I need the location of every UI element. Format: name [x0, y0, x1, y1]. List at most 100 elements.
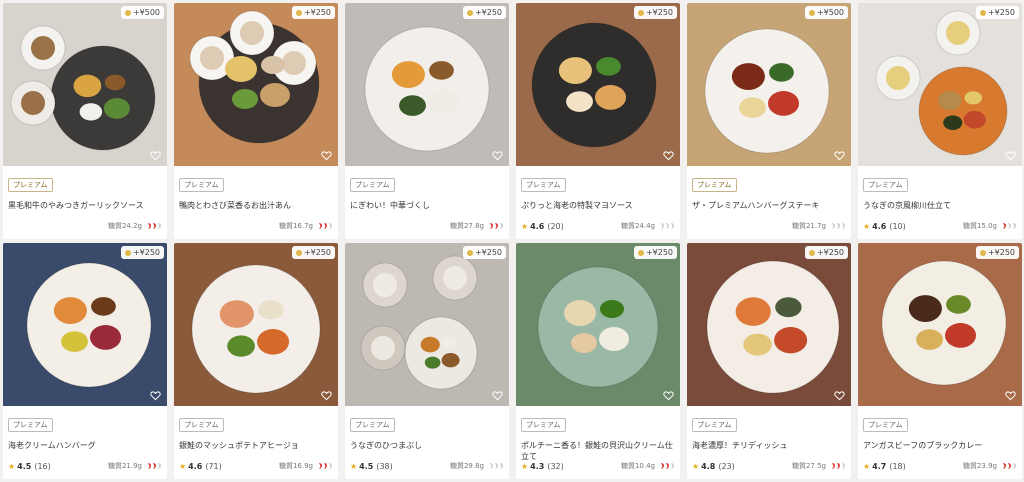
carb-amount: 糖質27.5g	[791, 462, 826, 470]
heart-outline-icon[interactable]	[1005, 390, 1016, 401]
product-name[interactable]: 鴨肉とわさび菜香るお出汁あん	[179, 200, 333, 222]
product-info: プレミアム ぷりっと海老の特製マヨソース ★ 4.6 (20) 糖質24.4g	[516, 166, 680, 239]
meal-image	[174, 243, 338, 406]
product-card[interactable]: +¥250 プレミアム アンガスビーフのブラックカレー ★ 4.7 (18) 糖質23.9g	[858, 243, 1022, 479]
premium-badge: プレミアム	[179, 178, 224, 192]
heart-outline-icon[interactable]	[834, 390, 845, 401]
product-photo[interactable]: +¥250	[345, 3, 509, 166]
star-icon: ★	[8, 461, 16, 471]
product-photo[interactable]: +¥250	[174, 243, 338, 406]
product-card[interactable]: +¥250 プレミアム鴨肉とわさび菜香るお出汁あん 糖質16.7g	[174, 3, 338, 239]
product-photo[interactable]: +¥250	[345, 243, 509, 406]
review-count[interactable]: (71)	[205, 462, 221, 471]
review-count[interactable]: (18)	[889, 462, 905, 471]
heart-outline-icon[interactable]	[492, 390, 503, 401]
product-name[interactable]: うなぎの京風柳川仕立て	[863, 200, 1017, 222]
product-name[interactable]: 海老濃厚！チリディッシュ	[692, 440, 846, 462]
review-count[interactable]: (16)	[34, 462, 50, 471]
review-count[interactable]: (10)	[889, 222, 905, 231]
product-photo[interactable]: +¥250	[687, 243, 851, 406]
product-photo[interactable]: +¥250	[858, 243, 1022, 406]
product-card[interactable]: +¥250 プレミアム うなぎの京風柳川仕立て ★ 4.6 (10) 糖質15.0g	[858, 3, 1022, 239]
product-name[interactable]: ぷりっと海老の特製マヨソース	[521, 200, 675, 222]
heart-outline-icon[interactable]	[834, 150, 845, 161]
review-count[interactable]: (38)	[376, 462, 392, 471]
carb-amount: 糖質21.7g	[791, 222, 826, 230]
heart-outline-icon[interactable]	[1005, 150, 1016, 161]
heart-outline-icon[interactable]	[321, 390, 332, 401]
product-card[interactable]: +¥250 プレミアム 海老濃厚！チリディッシュ ★ 4.8 (23) 糖質27.5g	[687, 243, 851, 479]
price-text: +¥250	[987, 8, 1015, 17]
premium-badge: プレミアム	[350, 178, 395, 192]
product-card[interactable]: +¥250 プレミアム 銀鮭のマッシュポテトアヒージョ ★ 4.6 (71) 糖質16.9g	[174, 243, 338, 479]
product-photo[interactable]: +¥250	[858, 3, 1022, 166]
chili-pepper-icon	[319, 463, 332, 469]
meal-image	[687, 243, 851, 406]
carb-amount: 糖質24.2g	[107, 222, 142, 230]
coin-icon	[124, 9, 131, 16]
product-info: プレミアム 海老濃厚！チリディッシュ ★ 4.8 (23) 糖質27.5g	[687, 406, 851, 479]
product-photo[interactable]: +¥250	[516, 3, 680, 166]
product-meta: ★ 4.8 (23) 糖質27.5g	[692, 461, 846, 471]
price-text: +¥250	[816, 248, 844, 257]
review-count[interactable]: (32)	[547, 462, 563, 471]
coin-icon	[295, 9, 302, 16]
product-photo[interactable]: +¥500	[687, 3, 851, 166]
meal-image	[687, 3, 851, 166]
product-name[interactable]: 黒毛和牛のやみつきガーリックソース	[8, 200, 162, 222]
product-card[interactable]: +¥500 プレミアムザ・プレミアムハンバーグステーキ 糖質21.7g	[687, 3, 851, 239]
product-card[interactable]: +¥250 プレミアム ぷりっと海老の特製マヨソース ★ 4.6 (20) 糖質24.4g	[516, 3, 680, 239]
heart-outline-icon[interactable]	[663, 390, 674, 401]
product-photo[interactable]: +¥250	[3, 243, 167, 406]
carb-amount: 糖質23.9g	[962, 462, 997, 470]
product-name[interactable]: にぎわい！中華づくし	[350, 200, 504, 222]
price-text: +¥250	[132, 248, 160, 257]
price-text: +¥250	[303, 8, 331, 17]
product-photo[interactable]: +¥250	[516, 243, 680, 406]
meal-image	[3, 3, 167, 166]
premium-badge: プレミアム	[692, 178, 737, 192]
heart-outline-icon[interactable]	[321, 150, 332, 161]
product-name[interactable]: 銀鮭のマッシュポテトアヒージョ	[179, 440, 333, 462]
product-meta: ★ 4.6 (71) 糖質16.9g	[179, 461, 333, 471]
product-meta: 糖質16.7g	[179, 221, 333, 231]
product-name[interactable]: ザ・プレミアムハンバーグステーキ	[692, 200, 846, 222]
premium-badge: プレミアム	[863, 178, 908, 192]
chili-pepper-icon	[148, 223, 161, 229]
product-name[interactable]: うなぎのひつまぶし	[350, 440, 504, 462]
heart-outline-icon[interactable]	[150, 150, 161, 161]
product-card[interactable]: +¥250 プレミアム うなぎのひつまぶし ★ 4.5 (38) 糖質29.8g	[345, 243, 509, 479]
product-card[interactable]: +¥250 プレミアム にぎわい！中華づくし 糖質27.8g	[345, 3, 509, 239]
product-name[interactable]: ポルチーニ香る！銀鮭の貝沢山クリーム仕立て	[521, 440, 675, 462]
heart-outline-icon[interactable]	[663, 150, 674, 161]
product-meta: 糖質24.2g	[8, 221, 162, 231]
review-count[interactable]: (20)	[547, 222, 563, 231]
product-name[interactable]: 海老クリームハンバーグ	[8, 440, 162, 462]
product-name[interactable]: アンガスビーフのブラックカレー	[863, 440, 1017, 462]
price-text: +¥500	[132, 8, 160, 17]
product-grid: +¥500 プレミアム 黒毛和牛のやみつきガーリックソース 糖質24.2g +¥250 プ…	[3, 3, 1022, 479]
product-card[interactable]: +¥250 プレミアム 海老クリームハンバーグ ★ 4.5 (16) 糖質21.9g	[3, 243, 167, 479]
chili-pepper-icon	[1003, 223, 1016, 229]
coin-icon	[979, 249, 986, 256]
meal-image	[345, 3, 509, 166]
product-info: プレミアム 海老クリームハンバーグ ★ 4.5 (16) 糖質21.9g	[3, 406, 167, 479]
carb-amount: 糖質16.7g	[278, 222, 313, 230]
price-badge: +¥500	[120, 6, 164, 19]
review-count[interactable]: (23)	[718, 462, 734, 471]
product-card[interactable]: +¥500 プレミアム 黒毛和牛のやみつきガーリックソース 糖質24.2g	[3, 3, 167, 239]
product-info: プレミアム鴨肉とわさび菜香るお出汁あん 糖質16.7g	[174, 166, 338, 239]
product-card[interactable]: +¥250 プレミアム ポルチーニ香る！銀鮭の貝沢山クリーム仕立て ★ 4.3 (32) 糖…	[516, 243, 680, 479]
price-badge: +¥250	[633, 6, 677, 19]
product-photo[interactable]: +¥250	[174, 3, 338, 166]
product-photo[interactable]: +¥500	[3, 3, 167, 166]
price-badge: +¥250	[633, 246, 677, 259]
chili-pepper-icon	[661, 463, 674, 469]
carb-amount: 糖質15.0g	[962, 222, 997, 230]
chili-pepper-icon	[148, 463, 161, 469]
heart-outline-icon[interactable]	[150, 390, 161, 401]
coin-icon	[466, 249, 473, 256]
price-text: +¥250	[645, 248, 673, 257]
meal-image	[3, 243, 167, 406]
heart-outline-icon[interactable]	[492, 150, 503, 161]
